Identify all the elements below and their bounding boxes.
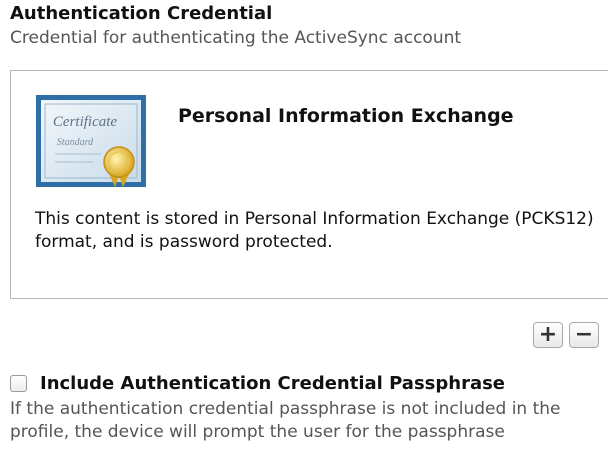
credential-info: This content is stored in Personal Infor… [35,209,594,252]
section-title: Authentication Credential [10,3,273,24]
credential-settings-panel: Authentication Credential Credential for… [0,0,608,450]
certificate-icon-subtitle: Standard [57,137,94,148]
credential-name: Personal Information Exchange [178,105,514,127]
include-passphrase-checkbox[interactable] [10,375,27,392]
include-passphrase-row[interactable]: Include Authentication Credential Passph… [10,373,505,394]
remove-button[interactable]: − [569,322,599,348]
credential-list-box[interactable]: Certificate Standard Personal Informatio… [10,70,608,299]
certificate-icon: Certificate Standard [36,95,146,187]
passphrase-help-text: If the authentication credential passphr… [10,399,561,442]
list-edit-buttons: + − [533,322,599,348]
certificate-icon-title: Certificate [53,114,117,130]
add-button[interactable]: + [533,322,563,348]
include-passphrase-label[interactable]: Include Authentication Credential Passph… [40,373,505,394]
section-description: Credential for authenticating the Active… [10,28,462,48]
